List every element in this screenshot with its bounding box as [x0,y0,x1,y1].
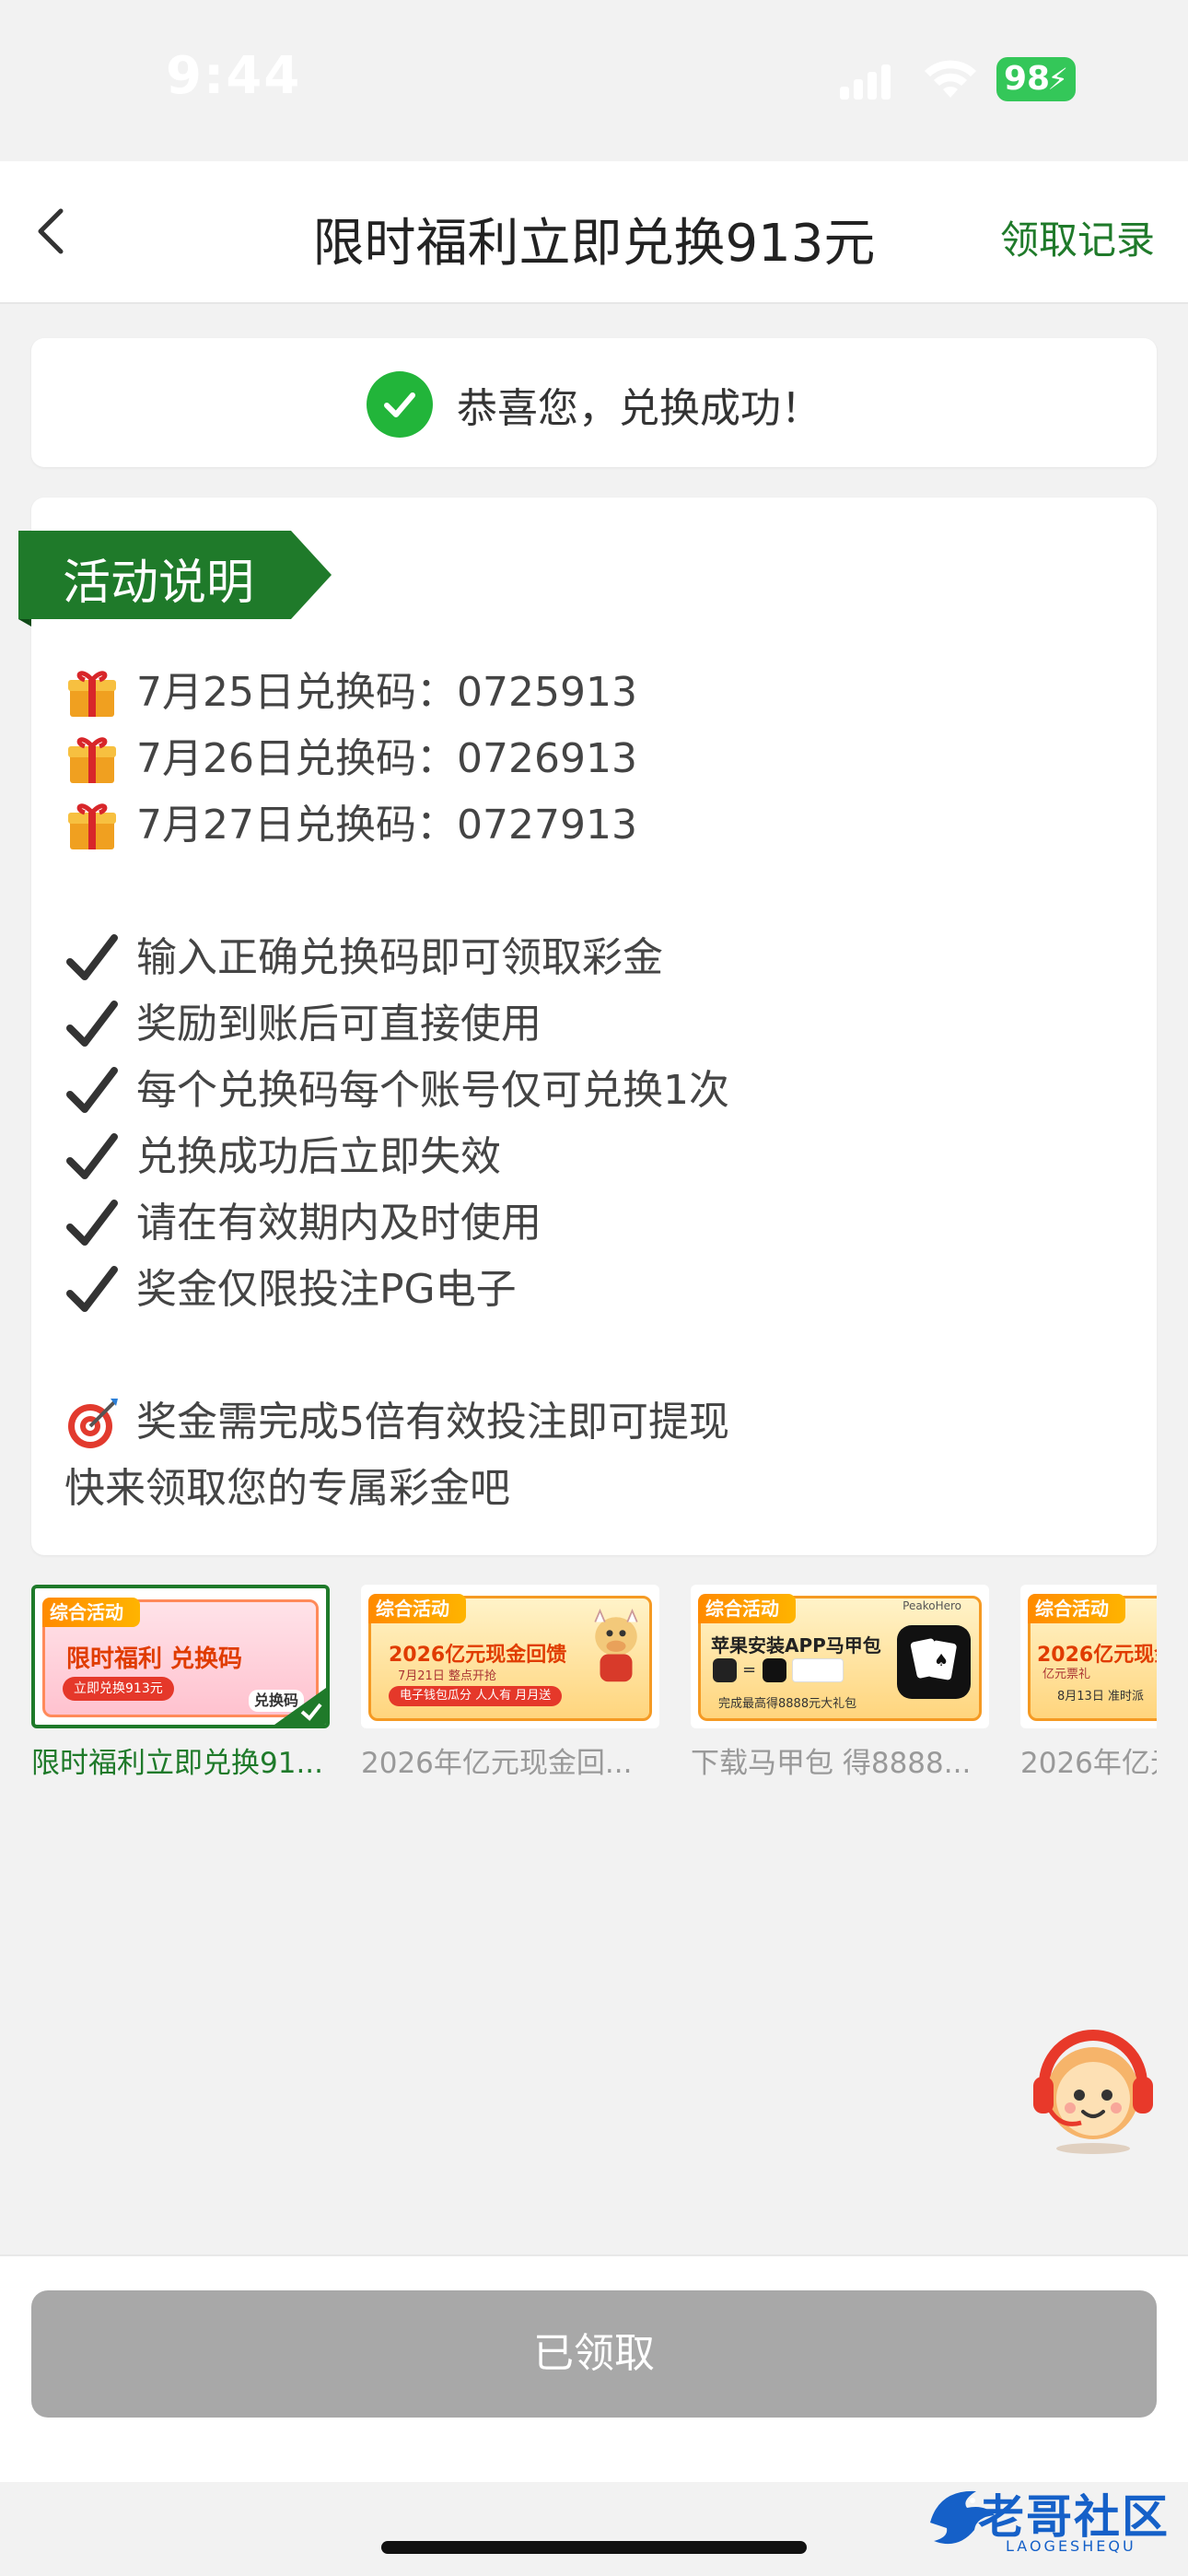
banner-caption[interactable]: 2026年亿元 [1020,1739,1157,1781]
customer-service-mascot-icon[interactable] [1024,2020,1162,2158]
rule-text: 奖金仅限投注PG电子 [136,1266,517,1313]
app-icons-row: = [713,1658,844,1682]
banner-badge: PeakoHero [903,1599,961,1612]
cellular-signal-icon [840,63,891,100]
banner-item[interactable]: 综合活动 PeakoHero 苹果安装APP马甲包 = 完成最高得8888元大礼… [691,1585,989,1780]
svg-text:♠: ♠ [934,1651,949,1670]
target-text: 奖金需完成5倍有效投注即可提现 [136,1399,729,1446]
activity-banner-carousel[interactable]: 综合活动 限时福利 兑换码 立即兑换913元 兑换码 限时福利立即兑换91...… [31,1585,1157,1787]
activity-header-ribbon: 活动说明 [18,531,332,626]
status-bar: 9:44 98 ⚡ [0,0,1188,161]
rule-line: 兑换成功后立即失效 [64,1124,1129,1190]
banner-tag: 综合活动 [698,1594,796,1623]
activity-body: 7月25日兑换码：0725913 7月26日兑换码：0726913 7月27日兑… [64,660,1129,1522]
banner-title: 苹果安装APP马甲包 [711,1634,881,1657]
rule-line: 每个兑换码每个账号仅可兑换1次 [64,1058,1129,1124]
target-line: 奖金需完成5倍有效投注即可提现 [64,1389,1129,1456]
rule-text: 奖励到账后可直接使用 [136,1001,542,1048]
banner-item[interactable]: 综合活动 2026亿元现金回馈 7月21日 整点开抢 电子钱包瓜分 人人有 月月… [361,1585,659,1780]
banner-pill: 8月13日 准时派 [1057,1690,1144,1704]
claimed-button[interactable]: 已领取 [31,2290,1157,2418]
success-check-icon [367,371,433,438]
wifi-icon [925,60,976,98]
rule-line: 输入正确兑换码即可领取彩金 [64,925,1129,991]
check-mark-icon [66,1266,118,1312]
gift-icon [68,737,116,783]
battery-level: 98 [1004,60,1051,98]
banner-tag: 综合活动 [42,1598,140,1627]
target-dart-icon [68,1399,118,1448]
activity-card: 活动说明 7月25日兑换码：0725913 7月26日兑换码：0726913 7… [18,498,1157,1555]
banner-caption[interactable]: 2026年亿元现金回... [361,1739,674,1781]
banner-badge: 亿元票礼 [1042,1668,1091,1681]
status-time: 9:44 [166,46,302,106]
code-line: 7月27日兑换码：0727913 [64,792,1129,859]
banner-image[interactable]: 综合活动 2026亿元现金 亿元票礼 8月13日 准时派 [1020,1585,1157,1728]
rule-line: 奖金仅限投注PG电子 [64,1257,1129,1323]
rule-line: 请在有效期内及时使用 [64,1190,1129,1257]
cards-app-icon: ♠ [897,1625,971,1699]
check-mark-icon [66,1200,118,1246]
battery-icon: 98 ⚡ [996,57,1076,101]
rule-line: 奖励到账后可直接使用 [64,991,1129,1058]
banner-item[interactable]: 综合活动 限时福利 兑换码 立即兑换913元 兑换码 限时福利立即兑换91... [31,1585,330,1780]
mascot-ox-icon [594,1609,638,1682]
rule-text: 每个兑换码每个账号仅可兑换1次 [136,1067,729,1114]
charging-bolt-icon: ⚡ [1047,62,1068,97]
banner-title: 限时福利 兑换码 [66,1645,243,1673]
banner-image[interactable]: 综合活动 限时福利 兑换码 立即兑换913元 兑换码 [31,1585,330,1728]
rule-text: 输入正确兑换码即可领取彩金 [136,934,663,981]
nav-bar: 限时福利立即兑换913元 领取记录 [0,161,1188,304]
check-mark-icon [66,1067,118,1113]
home-indicator [381,2541,807,2554]
code-text: 7月27日兑换码：0727913 [136,802,637,849]
watermark-logo: 老哥社区 LAOGESHEQU [921,2469,1179,2570]
code-text: 7月25日兑换码：0725913 [136,669,637,716]
banner-image[interactable]: 综合活动 PeakoHero 苹果安装APP马甲包 = 完成最高得8888元大礼… [691,1585,989,1728]
banner-pill: 完成最高得8888元大礼包 [718,1697,857,1711]
code-line: 7月25日兑换码：0725913 [64,660,1129,726]
banner-image[interactable]: 综合活动 2026亿元现金回馈 7月21日 整点开抢 电子钱包瓜分 人人有 月月… [361,1585,659,1728]
selected-check-icon [274,1688,326,1725]
banner-badge: 7月21日 整点开抢 [398,1669,496,1683]
activity-header-title: 活动说明 [63,556,255,611]
banner-tag: 综合活动 [368,1594,466,1623]
closing-line: 快来领取您的专属彩金吧 [64,1456,1129,1522]
banner-pill: 立即兑换913元 [63,1677,174,1701]
banner-caption[interactable]: 下载马甲包 得8888... [691,1739,1004,1781]
rule-text: 请在有效期内及时使用 [136,1200,542,1247]
banner-item[interactable]: 综合活动 2026亿元现金 亿元票礼 8月13日 准时派 2026年亿元 [1020,1585,1157,1780]
code-line: 7月26日兑换码：0726913 [64,726,1129,792]
closing-text: 快来领取您的专属彩金吧 [64,1465,510,1512]
rule-text: 兑换成功后立即失效 [136,1133,501,1180]
banner-pill: 电子钱包瓜分 人人有 月月送 [389,1686,563,1706]
watermark-subtext: LAOGESHEQU [1006,2537,1136,2555]
code-text: 7月26日兑换码：0726913 [136,735,637,782]
banner-title: 2026亿元现金回馈 [389,1644,567,1667]
check-mark-icon [66,1133,118,1179]
gift-icon [68,671,116,717]
success-message: 恭喜您，兑换成功！ [457,385,821,432]
check-mark-icon [66,1001,118,1047]
success-card: 恭喜您，兑换成功！ [31,338,1157,467]
check-mark-icon [66,934,118,980]
gift-icon [68,803,116,849]
banner-caption[interactable]: 限时福利立即兑换91... [31,1739,344,1781]
banner-tag: 综合活动 [1028,1594,1125,1623]
claim-record-link[interactable]: 领取记录 [1000,209,1155,265]
